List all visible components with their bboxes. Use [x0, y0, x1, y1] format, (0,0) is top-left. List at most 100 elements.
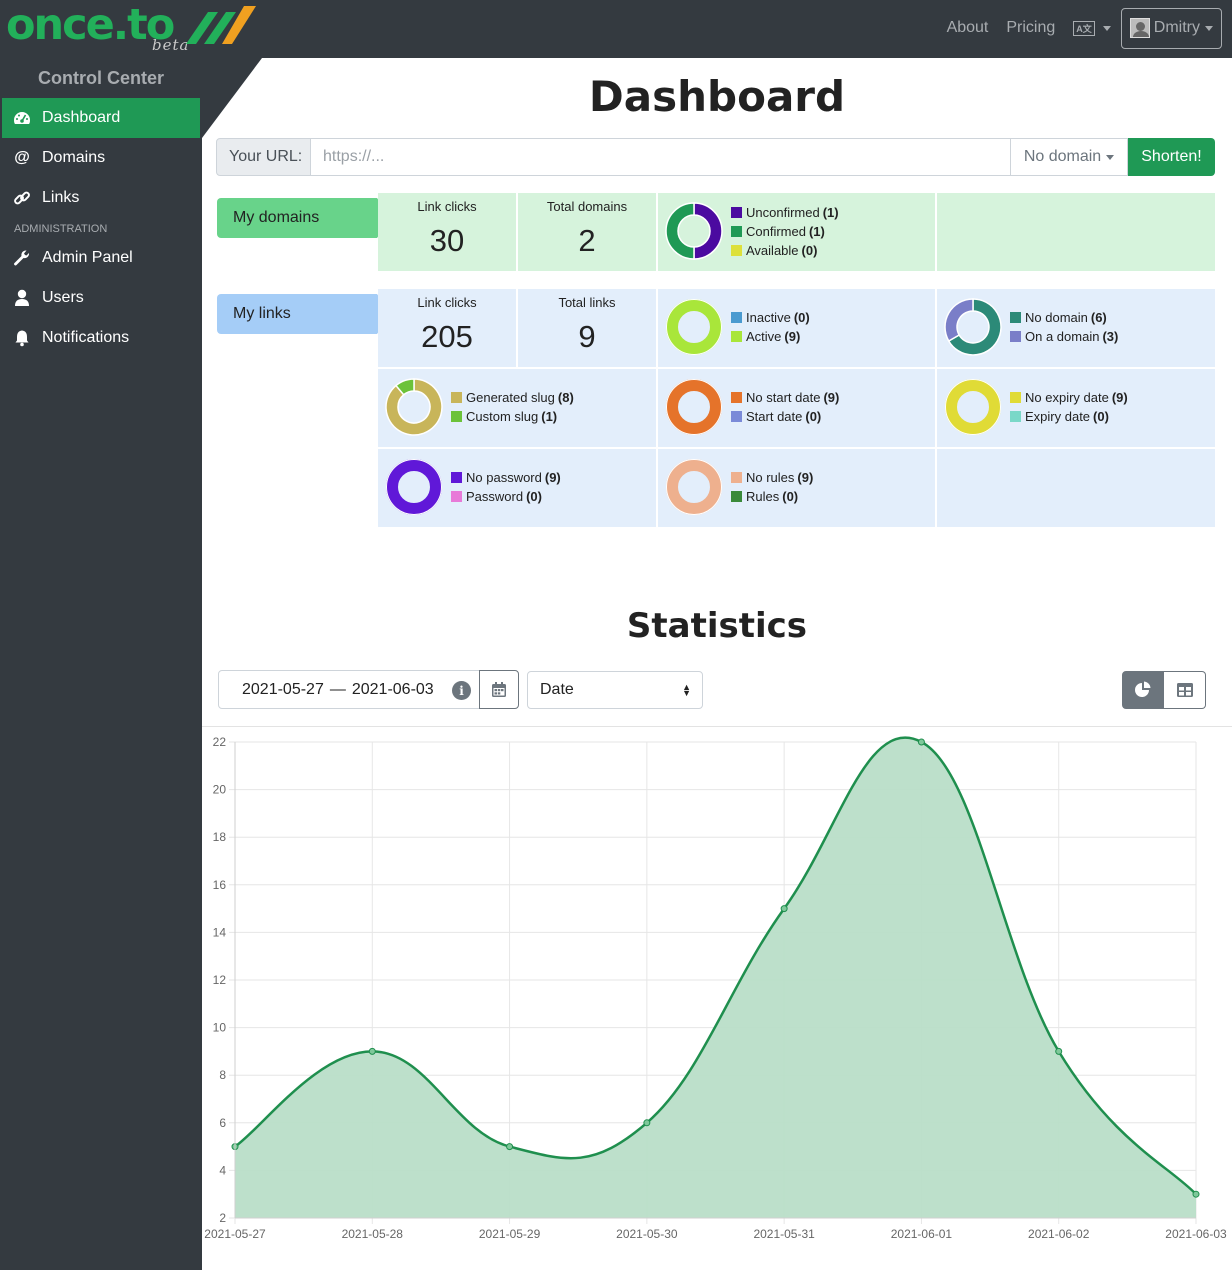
statistics-area-chart: 2 4 6 8 10 12 14 16 18 20 22 2021-05-27 2021-05-28 20… — [204, 735, 1227, 1241]
y-tick-label: 8 — [219, 1068, 226, 1082]
stat-value: 205 — [421, 319, 473, 354]
legend-label: Generated slug — [466, 390, 555, 405]
data-point[interactable] — [1192, 1190, 1200, 1198]
donut-chart — [945, 379, 1001, 435]
sidebar-item-notifications[interactable]: Notifications — [0, 318, 202, 358]
legend-item[interactable]: Confirmed (1) — [731, 222, 839, 241]
stat-label: Total domains — [546, 199, 628, 214]
page-title: Dashboard — [588, 72, 846, 121]
legend-item[interactable]: No domain (6) — [1010, 308, 1118, 327]
my-domains-tag[interactable]: My domains — [217, 198, 392, 238]
stat-value: 30 — [429, 223, 465, 258]
nav-about-link[interactable]: About — [947, 19, 989, 37]
legend-count: (1) — [808, 224, 825, 239]
x-tick-label: 2021-06-03 — [1165, 1227, 1227, 1241]
legend-count: (3) — [1102, 329, 1119, 344]
legend-item[interactable]: Unconfirmed (1) — [731, 203, 839, 222]
stat-value: 9 — [578, 319, 596, 354]
sidebar-item-label: Domains — [42, 149, 106, 166]
table-view-button[interactable] — [1164, 671, 1206, 709]
statistics-title: Statistics — [626, 606, 808, 646]
y-tick-label: 10 — [213, 1021, 227, 1035]
legend-item[interactable]: No start date (9) — [731, 388, 839, 407]
y-tick-label: 20 — [213, 783, 227, 797]
user-menu-button[interactable]: Dmitry — [1120, 7, 1222, 49]
my-links-tag[interactable]: My links — [217, 294, 392, 334]
brand-logo[interactable]: once.to beta — [6, 0, 256, 54]
y-tick-label: 4 — [219, 1163, 226, 1177]
language-icon: A文 — [1073, 20, 1095, 36]
legend-item[interactable]: Custom slug (1) — [451, 407, 574, 426]
legend-item[interactable]: No expiry date (9) — [1010, 388, 1128, 407]
data-point[interactable] — [1055, 1047, 1063, 1055]
group-by-select[interactable]: Date ▲ ▼ — [527, 671, 703, 709]
link-clicks-card: Link clicks 205 — [378, 289, 516, 367]
legend-label: No password — [466, 470, 542, 485]
domain-dropdown[interactable]: No domain — [1011, 138, 1128, 176]
language-dropdown[interactable]: A文 — [1073, 20, 1111, 36]
legend-item[interactable]: On a domain (3) — [1010, 327, 1118, 346]
legend-item[interactable]: Inactive (0) — [731, 308, 810, 327]
legend-item[interactable]: Active (9) — [731, 327, 810, 346]
legend-label: No domain — [1025, 310, 1088, 325]
legend-swatch — [451, 392, 462, 403]
sidebar-item-admin-panel[interactable]: Admin Panel — [0, 238, 202, 278]
data-point[interactable] — [368, 1047, 376, 1055]
chart-legend: No rules (9) Rules (0) — [731, 468, 813, 506]
legend-label: Active — [746, 329, 782, 344]
legend-item[interactable]: Password (0) — [451, 487, 561, 506]
legend-label: No expiry date — [1025, 390, 1109, 405]
shorten-button[interactable]: Shorten! — [1128, 138, 1215, 176]
url-input[interactable]: https://... — [311, 138, 1011, 176]
wrench-icon — [13, 249, 31, 267]
domain-usage-chart-card: No domain (6) On a domain (3) — [937, 289, 1215, 367]
legend-label: No start date — [746, 390, 821, 405]
expiry-date-chart-card: No expiry date (9) Expiry date (0) — [937, 369, 1215, 447]
legend-swatch — [731, 491, 742, 502]
legend-item[interactable]: Rules (0) — [731, 487, 813, 506]
sidebar-item-domains[interactable]: @ Domains — [0, 138, 202, 178]
user-icon — [13, 289, 31, 307]
url-shortener-form: Your URL: https://... No domain Shorten! — [216, 138, 1215, 176]
link-icon — [13, 189, 31, 207]
info-icon[interactable]: i — [452, 681, 471, 700]
legend-item[interactable]: No password (9) — [451, 468, 561, 487]
sidebar-item-label: Admin Panel — [42, 249, 133, 266]
date-range-input[interactable]: 2021-05-27 — 2021-06-03 i — [218, 670, 480, 709]
legend-swatch — [1010, 411, 1021, 422]
bell-icon — [13, 329, 31, 347]
chart-legend: No password (9) Password (0) — [451, 468, 561, 506]
data-point[interactable] — [780, 905, 788, 913]
empty-card — [937, 193, 1215, 271]
legend-item[interactable]: No rules (9) — [731, 468, 813, 487]
calendar-button[interactable] — [479, 670, 519, 709]
sidebar-item-dashboard[interactable]: Dashboard — [2, 98, 200, 138]
logo-text: once.to — [6, 0, 175, 50]
legend-label: Confirmed — [746, 224, 806, 239]
legend-item[interactable]: Generated slug (8) — [451, 388, 574, 407]
legend-swatch — [731, 472, 742, 483]
sidebar-title: Control Center — [38, 68, 164, 88]
sidebar-item-users[interactable]: Users — [0, 278, 202, 318]
nav-pricing-link[interactable]: Pricing — [1006, 19, 1055, 37]
chevron-down-icon — [1205, 25, 1213, 31]
data-point[interactable] — [917, 738, 925, 746]
legend-item[interactable]: Start date (0) — [731, 407, 839, 426]
sidebar-item-label: Dashboard — [42, 109, 121, 126]
legend-count: (0) — [1093, 409, 1109, 424]
chart-view-button[interactable] — [1122, 671, 1164, 709]
legend-swatch — [731, 312, 742, 323]
top-navbar: once.to beta About Pricing A文 Dmitry — [0, 0, 1232, 58]
date-from: 2021-05-27 — [242, 680, 324, 698]
chart-legend: Inactive (0) Active (9) — [731, 308, 810, 346]
active-status-chart-card: Inactive (0) Active (9) — [658, 289, 935, 367]
data-point[interactable] — [506, 1143, 514, 1151]
sidebar-item-links[interactable]: Links — [0, 178, 202, 218]
legend-count: (8) — [557, 390, 574, 405]
chart-legend: Generated slug (8) Custom slug (1) — [451, 388, 574, 426]
data-point[interactable] — [643, 1119, 651, 1127]
legend-item[interactable]: Available (0) — [731, 241, 839, 260]
donut-slice — [386, 459, 442, 515]
divider — [202, 726, 1232, 727]
legend-item[interactable]: Expiry date (0) — [1010, 407, 1128, 426]
